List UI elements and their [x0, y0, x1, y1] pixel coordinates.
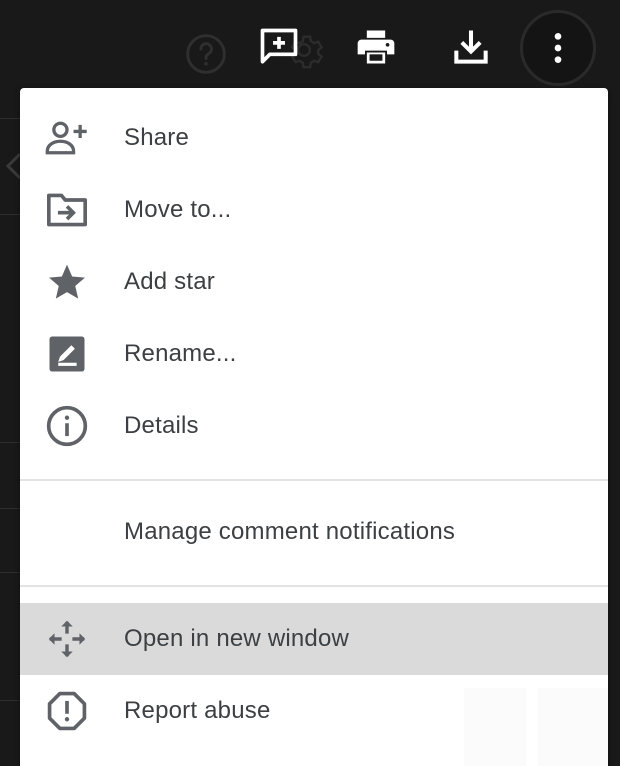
background-divider — [0, 572, 22, 573]
background-divider — [0, 700, 22, 701]
menu-item-label: Report abuse — [124, 697, 271, 724]
add-comment-icon — [260, 28, 298, 64]
add-comment-button[interactable] — [250, 18, 308, 76]
background-divider — [0, 118, 22, 119]
menu-item-open-in-new-window[interactable]: Open in new window — [20, 603, 608, 675]
menu-item-label: Open in new window — [124, 625, 350, 652]
menu-item-add-star[interactable]: Add star — [20, 246, 608, 318]
background-divider — [0, 508, 22, 509]
rename-icon — [44, 331, 90, 377]
report-icon — [44, 688, 90, 734]
menu-divider — [20, 479, 608, 481]
more-options-button[interactable] — [520, 10, 596, 86]
background-divider — [0, 442, 22, 443]
info-icon — [44, 403, 90, 449]
download-icon — [454, 30, 488, 64]
help-button[interactable] — [178, 26, 234, 82]
background-divider — [0, 214, 22, 215]
menu-divider — [20, 585, 608, 587]
open-with-icon — [44, 616, 90, 662]
download-button[interactable] — [442, 18, 500, 76]
menu-item-label: Add star — [124, 268, 215, 295]
menu-item-label: Move to... — [124, 196, 232, 223]
menu-item-label: Rename... — [124, 340, 237, 367]
print-button[interactable] — [347, 18, 405, 76]
menu-item-label: Details — [124, 412, 199, 439]
menu-item-label: Share — [124, 124, 190, 151]
folder-move-icon — [44, 187, 90, 233]
menu-item-report-abuse[interactable]: Report abuse — [20, 675, 608, 747]
menu-item-label: Manage comment notifications — [124, 518, 456, 545]
menu-item-details[interactable]: Details — [20, 390, 608, 462]
person-add-icon — [44, 115, 90, 161]
help-icon — [186, 34, 226, 74]
menu-item-move-to[interactable]: Move to... — [20, 174, 608, 246]
more-options-menu: Share Move to... Add star Rename... Deta… — [20, 88, 608, 766]
star-icon — [44, 259, 90, 305]
print-icon — [357, 30, 395, 64]
more-vert-icon — [554, 33, 562, 63]
menu-item-rename[interactable]: Rename... — [20, 318, 608, 390]
menu-item-share[interactable]: Share — [20, 102, 608, 174]
menu-item-manage-comment-notifications[interactable]: Manage comment notifications — [20, 496, 608, 568]
